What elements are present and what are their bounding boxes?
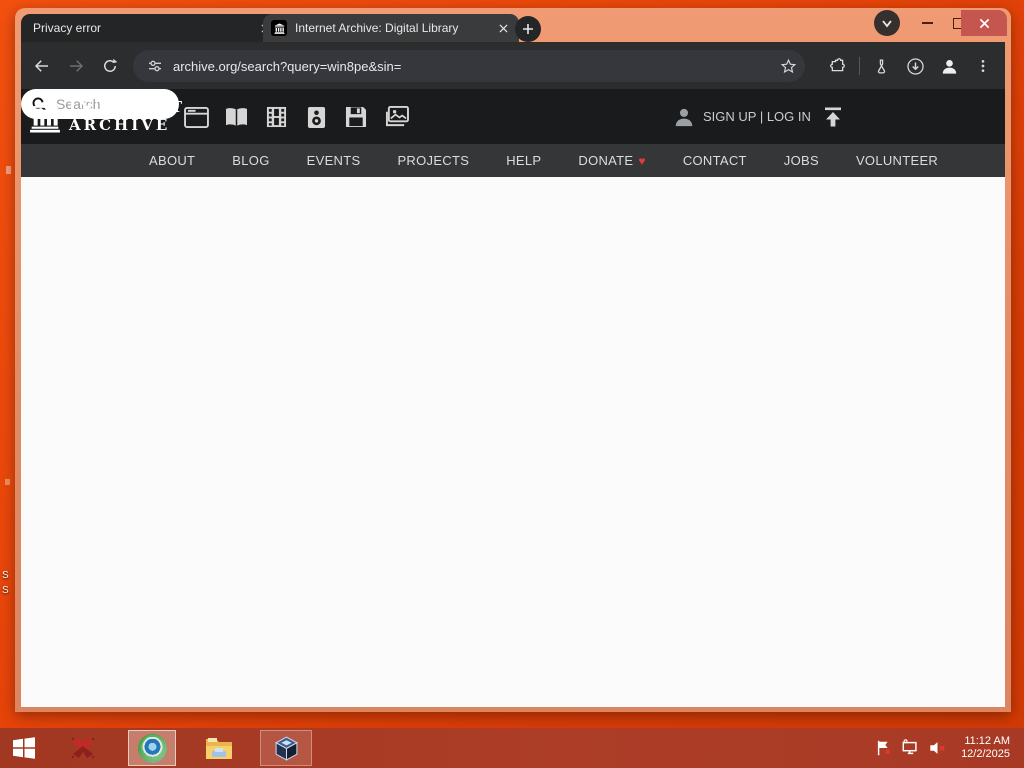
internet-archive-wordmark[interactable]: INTERNET ARCHIVE [69,98,185,134]
internet-archive-logo-icon[interactable] [29,100,61,133]
desktop-icon-fragment [6,166,11,174]
action-center-flag-icon[interactable] [875,739,893,757]
minimize-icon [921,21,933,25]
upload-icon [825,107,841,127]
tab-internet-archive[interactable]: Internet Archive: Digital Library [263,14,519,42]
red-app-icon [71,737,95,759]
new-tab-button[interactable] [515,16,541,42]
forward-icon [70,60,84,72]
back-button[interactable] [25,49,59,83]
tab-search-button[interactable] [874,10,900,36]
nav-item-contact[interactable]: CONTACT [683,153,747,168]
search-results-empty-area [21,177,1005,707]
donate-heart-icon: ♥ [638,154,646,168]
nav-item-volunteer[interactable]: VOLUNTEER [856,153,938,168]
extensions-button[interactable] [821,49,855,83]
system-tray: 11:12 AM 12/2/2025 [875,735,1024,761]
taskbar-file-explorer-button[interactable] [196,730,242,766]
file-explorer-icon [206,738,232,759]
tab-title: Privacy error [33,21,102,35]
chrome-icon [137,733,167,763]
desktop-icon-label-fragment: S [2,570,9,581]
browser-toolbar: archive.org/search?query=win8pe&sin= [21,42,1005,89]
media-web-icon[interactable] [183,105,209,129]
labs-button[interactable] [864,49,898,83]
site-nav-bar: ABOUT BLOG EVENTS PROJECTS HELP DONATE ♥ … [21,144,1005,177]
user-icon [675,108,693,126]
kebab-menu-icon [981,60,985,72]
upload-button[interactable] [821,105,845,129]
desktop-icon-label-fragment: S [2,585,9,596]
media-audio-icon[interactable] [303,105,329,129]
download-icon [906,57,924,75]
nav-item-events[interactable]: EVENTS [307,153,361,168]
taskbar-red-app-button[interactable] [60,730,106,766]
nav-item-projects[interactable]: PROJECTS [397,153,469,168]
media-images-icon[interactable] [383,105,409,129]
bookmark-star-icon[interactable] [780,58,797,75]
desktop-background[interactable]: S S Privacy error Internet Archive: Digi… [0,0,1024,768]
profile-button[interactable] [932,49,966,83]
downloads-button[interactable] [898,49,932,83]
profile-person-icon [942,59,956,74]
reload-button[interactable] [93,49,127,83]
toolbar-separator [859,57,860,75]
taskbar-clock[interactable]: 11:12 AM 12/2/2025 [961,735,1010,761]
close-icon [979,18,989,28]
virtualbox-icon [274,735,298,761]
back-icon [34,60,48,72]
address-bar[interactable]: archive.org/search?query=win8pe&sin= [133,50,805,82]
flask-icon [877,58,885,74]
webpage-content: INTERNET ARCHIVE SIGN UP | LOG IN Search… [21,89,1005,707]
puzzle-icon [830,58,845,72]
media-software-icon[interactable] [343,105,369,129]
nav-item-help[interactable]: HELP [506,153,541,168]
volume-muted-icon[interactable] [928,739,947,757]
site-settings-tune-icon[interactable] [147,58,163,74]
taskbar-chrome-button[interactable] [128,730,176,766]
network-monitor-icon[interactable] [901,739,920,757]
nav-item-jobs[interactable]: JOBS [784,153,819,168]
media-video-icon[interactable] [263,105,289,129]
windows-taskbar: 11:12 AM 12/2/2025 [0,728,1024,768]
plus-icon [523,24,533,34]
minimize-button[interactable] [913,10,941,36]
tab-privacy-error[interactable]: Privacy error [21,14,281,42]
browser-window: Privacy error Internet Archive: Digital … [15,8,1011,712]
desktop-icon-fragment [5,479,10,485]
tab-close-icon[interactable] [495,20,511,36]
forward-button[interactable] [59,49,93,83]
clock-date: 12/2/2025 [961,748,1010,760]
nav-item-about[interactable]: ABOUT [149,153,195,168]
signup-login-area[interactable]: SIGN UP | LOG IN [673,89,811,144]
close-window-button[interactable] [961,10,1007,36]
chevron-down-icon [882,20,892,28]
windows-logo-icon [13,737,35,759]
nav-item-blog[interactable]: BLOG [232,153,269,168]
media-texts-icon[interactable] [223,105,249,129]
internet-archive-header: INTERNET ARCHIVE SIGN UP | LOG IN Search [21,89,1005,144]
reload-icon [104,58,118,72]
tab-title: Internet Archive: Digital Library [295,21,459,35]
start-button[interactable] [2,730,46,766]
taskbar-virtualbox-button[interactable] [260,730,312,766]
nav-item-donate[interactable]: DONATE ♥ [578,153,645,168]
url-text: archive.org/search?query=win8pe&sin= [173,58,402,74]
internet-archive-favicon [271,20,287,36]
signup-login-label[interactable]: SIGN UP | LOG IN [703,109,811,124]
clock-time: 11:12 AM [964,735,1010,747]
browser-menu-button[interactable] [966,49,1000,83]
